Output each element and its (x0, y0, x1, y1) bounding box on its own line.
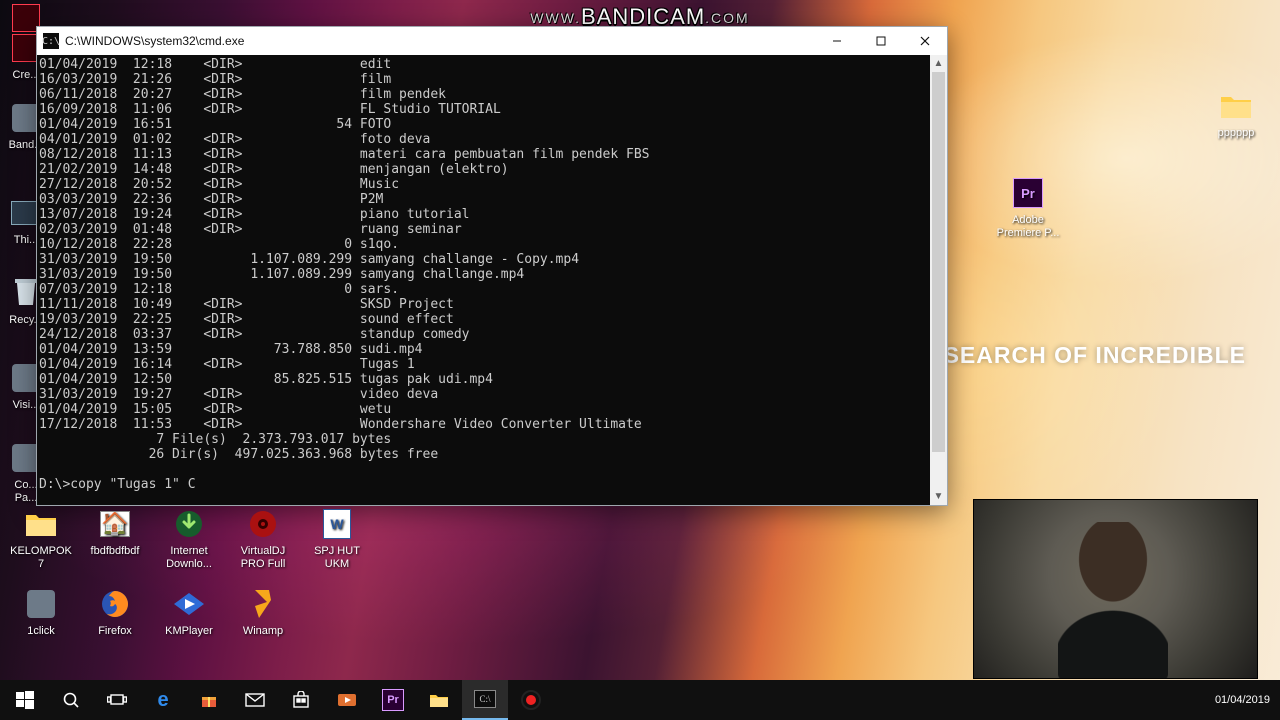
desktop-icon[interactable]: Firefox (80, 586, 150, 638)
scroll-thumb[interactable] (932, 72, 945, 452)
desktop-icon-label: fbdfbdfbdf (80, 545, 150, 558)
generic-icon (23, 586, 59, 622)
cmd-title: C:\WINDOWS\system32\cmd.exe (65, 34, 815, 48)
video-app-icon (335, 688, 359, 712)
desktop-icon-label: Adobe Premiere P... (992, 214, 1064, 240)
taskbar-premiere[interactable]: Pr (370, 680, 416, 720)
edge-icon: e (151, 688, 175, 712)
cmd-titlebar[interactable]: C:\ C:\WINDOWS\system32\cmd.exe (37, 27, 947, 55)
desktop-icon-label: Internet Downlo... (154, 545, 224, 571)
maximize-button[interactable] (859, 27, 903, 55)
desktop-icon[interactable]: Pr Adobe Premiere P... (992, 175, 1064, 240)
taskbar-bandicam[interactable] (508, 680, 554, 720)
taskbar-mail[interactable] (232, 680, 278, 720)
minimize-button[interactable] (815, 27, 859, 55)
desktop-icon-label: KMPlayer (154, 625, 224, 638)
firefox-icon (97, 586, 133, 622)
cmd-titlebar-icon: C:\ (43, 33, 59, 49)
task-view-icon (105, 688, 129, 712)
webcam-overlay (974, 500, 1257, 678)
search-icon (59, 688, 83, 712)
desktop-icon[interactable]: pppppp (1200, 88, 1272, 140)
cmd-window[interactable]: C:\ C:\WINDOWS\system32\cmd.exe 01/04/20… (36, 26, 948, 506)
kmp-icon (171, 586, 207, 622)
taskbar-explorer[interactable] (416, 680, 462, 720)
word-icon: W (319, 506, 355, 542)
taskbar-gift[interactable] (186, 680, 232, 720)
home-icon: 🏠 (97, 506, 133, 542)
desktop-icon-label: Firefox (80, 625, 150, 638)
taskbar-search[interactable] (48, 680, 94, 720)
winamp-icon (245, 586, 281, 622)
taskbar-store[interactable] (278, 680, 324, 720)
taskbar-videoapp[interactable] (324, 680, 370, 720)
cmd-icon: C:\ (474, 690, 496, 708)
mail-icon (243, 688, 267, 712)
taskbar-cmd[interactable]: C:\ (462, 680, 508, 720)
store-icon (289, 688, 313, 712)
desktop-icon[interactable]: W SPJ HUT UKM (302, 506, 372, 571)
desktop-icon-label: SPJ HUT UKM (302, 545, 372, 571)
desktop-icon[interactable]: 🏠 fbdfbdfbdf (80, 506, 150, 571)
desktop-icon-label: 1click (6, 625, 76, 638)
desktop-icon[interactable]: VirtualDJ PRO Full (228, 506, 298, 571)
taskbar-edge[interactable]: e (140, 680, 186, 720)
folder-icon (23, 506, 59, 542)
taskbar[interactable]: e Pr C:\ 01/04/2019 (0, 680, 1280, 720)
close-button[interactable] (903, 27, 947, 55)
folder-icon (1218, 88, 1254, 124)
desktop-icon-label: pppppp (1200, 127, 1272, 140)
desktop-icon[interactable]: 1click (6, 586, 76, 638)
desktop-icon[interactable]: Internet Downlo... (154, 506, 224, 571)
vdj-icon (245, 506, 281, 542)
gift-icon (197, 688, 221, 712)
wallpaper-tagline: IN SEARCH OF INCREDIBLE (911, 342, 1246, 369)
desktop-icon[interactable]: KELOMPOK 7 (6, 506, 76, 571)
task-view-button[interactable] (94, 680, 140, 720)
scroll-up-arrow-icon[interactable]: ▲ (930, 55, 947, 72)
scroll-down-arrow-icon[interactable]: ▼ (930, 488, 947, 505)
premiere-icon: Pr (382, 689, 404, 711)
desktop-icon-label: VirtualDJ PRO Full (228, 545, 298, 571)
desktop-icon-label: KELOMPOK 7 (6, 545, 76, 571)
windows-logo-icon (13, 688, 37, 712)
idm-icon (171, 506, 207, 542)
tray-date: 01/04/2019 (1215, 694, 1270, 706)
folder-icon (427, 688, 451, 712)
desktop-icon-label: Winamp (228, 625, 298, 638)
record-icon (519, 688, 543, 712)
desktop-icon[interactable]: Winamp (228, 586, 298, 638)
pr-icon: Pr (1010, 175, 1046, 211)
cmd-scrollbar[interactable]: ▲ ▼ (930, 55, 947, 505)
start-button[interactable] (2, 680, 48, 720)
cmd-output[interactable]: 01/04/2019 12:18 <DIR> edit 16/03/2019 2… (37, 55, 930, 505)
system-tray[interactable]: 01/04/2019 (1209, 680, 1276, 720)
desktop-icon[interactable]: KMPlayer (154, 586, 224, 638)
